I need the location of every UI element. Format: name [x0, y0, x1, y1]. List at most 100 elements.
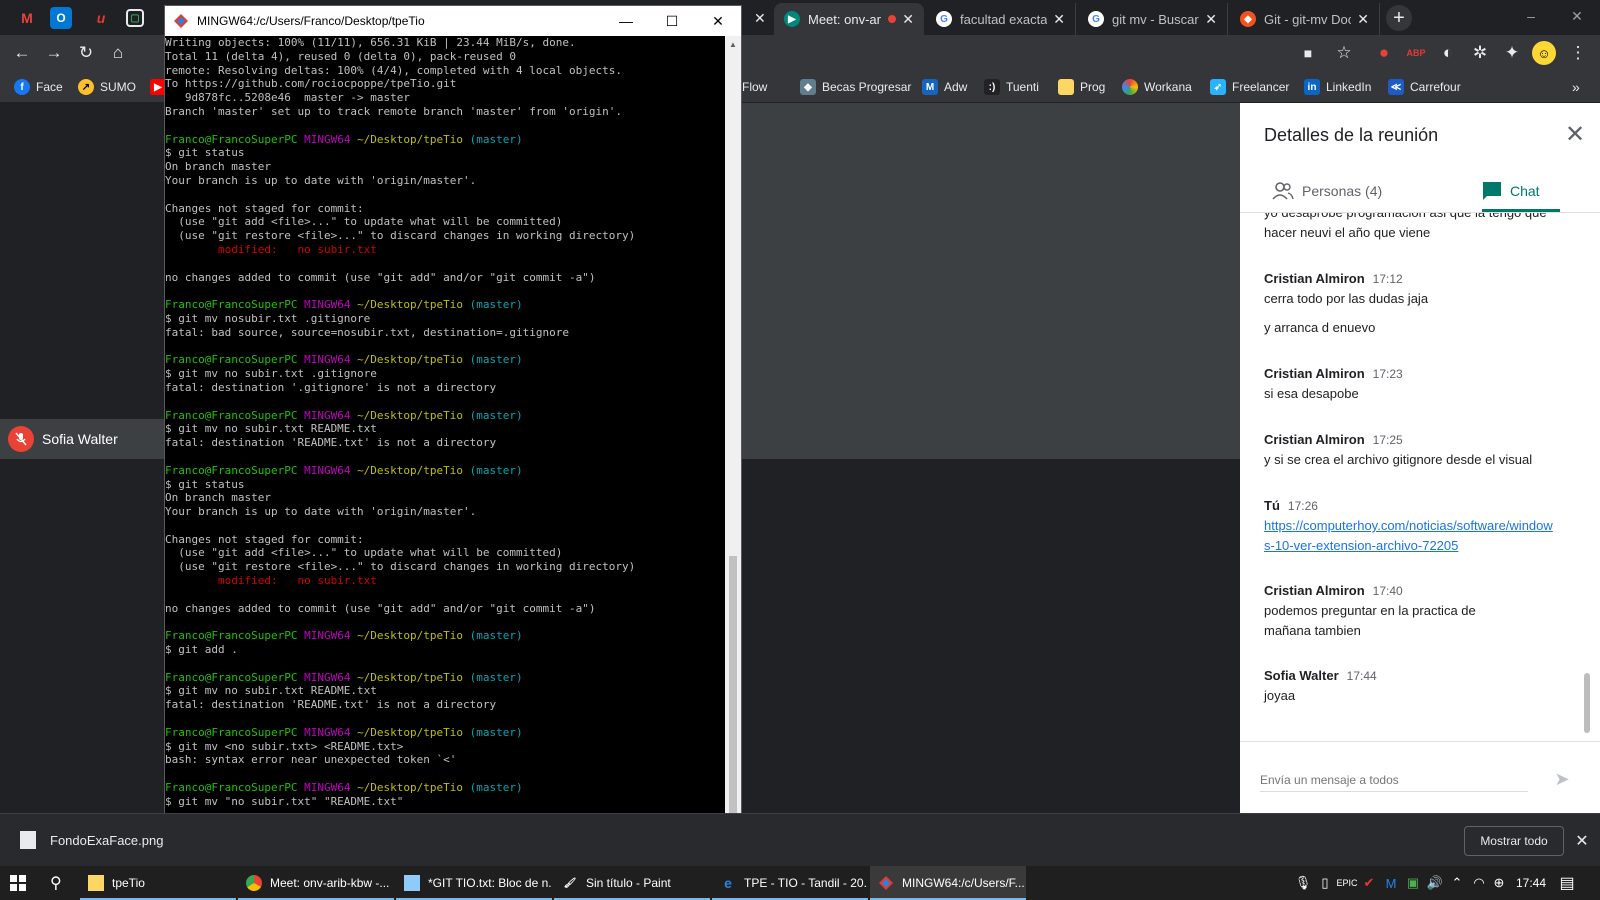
clock[interactable]: 17:44: [1516, 866, 1546, 900]
bookmark-workana[interactable]: Workana: [1122, 77, 1192, 97]
microphone-tray-icon[interactable]: 🎙: [1294, 873, 1312, 893]
close-icon[interactable]: ✕: [695, 6, 741, 36]
chat-message-link[interactable]: https://computerhoy.com/noticias/softwar…: [1264, 516, 1554, 556]
participant-tile[interactable]: [740, 103, 1600, 459]
terminal-line: $ git status: [165, 478, 725, 492]
sender-name: Cristian Almiron: [1264, 271, 1365, 286]
chrome-close-icon[interactable]: ✕: [1554, 0, 1600, 32]
terminal-text: ~/Desktop/tpeTio: [357, 781, 470, 795]
maximize-icon[interactable]: ☐: [649, 6, 695, 36]
volume-icon[interactable]: 🔊: [1426, 873, 1444, 893]
sender-name: Tú: [1264, 498, 1280, 513]
file-icon: [20, 831, 36, 849]
tab-close-icon[interactable]: ✕: [1357, 11, 1369, 28]
terminal-line: no changes added to commit (use "git add…: [165, 271, 725, 285]
taskbar-app-chrome[interactable]: Meet: onv-arib-kbw -...: [238, 866, 394, 900]
scroll-up-icon[interactable]: ▲: [728, 40, 738, 52]
bookmark-sumo[interactable]: ↗ SUMO: [78, 77, 136, 97]
terminal-text: Franco@FrancoSuperPC: [165, 298, 305, 312]
bookmark-tuenti[interactable]: :) Tuenti: [984, 77, 1039, 97]
browser-tab-1[interactable]: ▶ Meet: onv-ar ✕: [774, 3, 924, 35]
search-icon[interactable]: ⚲: [40, 866, 76, 900]
wifi-icon[interactable]: ◠: [1470, 873, 1488, 893]
bookmark-flow[interactable]: Flow: [742, 77, 767, 97]
bookmark-linkedin[interactable]: in LinkedIn: [1304, 77, 1371, 97]
terminal-output[interactable]: Writing objects: 100% (11/11), 656.31 Ki…: [165, 36, 725, 870]
browser-tab-3[interactable]: Ggit mv - Buscar c ✕: [1078, 3, 1228, 35]
taskbar-app-mingw[interactable]: MINGW64:/c/Users/F...: [870, 866, 1026, 900]
forward-icon[interactable]: →: [42, 41, 66, 65]
profile-avatar-icon[interactable]: ☺: [1532, 41, 1556, 65]
usb-tray-icon[interactable]: ▯: [1316, 873, 1334, 893]
new-tab-button[interactable]: +: [1386, 5, 1412, 31]
udemy-pinned-tab-icon[interactable]: u: [88, 5, 114, 31]
extension-red-icon[interactable]: ●: [1372, 41, 1396, 65]
more-bookmarks-icon[interactable]: »: [1572, 77, 1580, 97]
tab-chat[interactable]: Chat: [1482, 175, 1540, 207]
send-icon[interactable]: ➤: [1550, 767, 1574, 791]
bookmark-becas-progresar[interactable]: ◆ Becas Progresar: [800, 77, 911, 97]
tab-close-icon[interactable]: ✕: [1205, 11, 1217, 28]
gmail-pinned-tab-icon[interactable]: M: [14, 5, 40, 31]
tab-close-icon[interactable]: ✕: [754, 10, 766, 27]
network-icon[interactable]: ⊕: [1490, 873, 1508, 893]
minimize-icon[interactable]: —: [603, 6, 649, 36]
tab-close-icon[interactable]: ✕: [1053, 11, 1065, 28]
extension-circle-icon[interactable]: ◐: [1436, 41, 1460, 65]
home-icon[interactable]: ⌂: [106, 41, 130, 65]
extensions-puzzle-icon[interactable]: ✦: [1500, 41, 1524, 65]
download-item[interactable]: FondoExaFace.png: [20, 828, 163, 852]
terminal-line: Franco@FrancoSuperPC MINGW64 ~/Desktop/t…: [165, 671, 725, 685]
browser-tab-4[interactable]: ◆ Git - git-mv Doc ✕: [1230, 3, 1380, 35]
chrome-menu-icon[interactable]: ⋮: [1566, 41, 1590, 65]
browser-tab-2[interactable]: Gfacultad exactas ✕: [926, 3, 1076, 35]
terminal-titlebar[interactable]: MINGW64:/c/Users/Franco/Desktop/tpeTio —…: [165, 6, 741, 36]
camera-icon[interactable]: ■: [1296, 41, 1320, 65]
terminal-text: (use "git add <file>..." to update what …: [165, 215, 563, 229]
start-button[interactable]: [0, 866, 36, 900]
back-icon[interactable]: ←: [10, 41, 34, 65]
terminal-line: remote: Resolving deltas: 100% (4/4), co…: [165, 64, 725, 78]
chat-message-input[interactable]: [1260, 769, 1528, 792]
outlook-pinned-tab-icon[interactable]: O: [50, 7, 72, 29]
tab-title: git mv - Buscar c: [1112, 11, 1200, 27]
bookmark-freelancer[interactable]: ➶ Freelancer: [1210, 77, 1289, 97]
chat-message-text: podemos preguntar en la practica de maña…: [1264, 603, 1476, 638]
bookmark-adw[interactable]: M Adw: [922, 77, 967, 97]
bookmark-prog[interactable]: Prog: [1058, 77, 1105, 97]
notifications-icon[interactable]: ▤: [1558, 873, 1576, 893]
reload-icon[interactable]: ↻: [74, 41, 98, 65]
tab-people[interactable]: Personas (4): [1272, 175, 1382, 207]
nvidia-tray-icon[interactable]: ▣: [1404, 873, 1422, 893]
antivirus-tray-icon[interactable]: ✔: [1360, 873, 1378, 893]
terminal-scrollbar[interactable]: ▲ ▼: [725, 36, 741, 870]
app-pinned-tab-icon[interactable]: ▢: [126, 9, 144, 27]
chrome-minimize-icon[interactable]: –: [1508, 0, 1554, 32]
bookmark-face[interactable]: f Face: [14, 77, 63, 97]
taskbar-app-notepad[interactable]: *GIT TIO.txt: Bloc de n...: [396, 866, 552, 900]
malwarebytes-tray-icon[interactable]: M: [1382, 873, 1400, 893]
bookmark-star-icon[interactable]: ☆: [1332, 41, 1356, 65]
adblock-icon[interactable]: ABP: [1404, 41, 1428, 65]
download-bar-close-icon[interactable]: ✕: [1572, 827, 1592, 855]
chat-scrollbar[interactable]: [1584, 673, 1590, 733]
terminal-text: bash: syntax error near unexpected token…: [165, 753, 457, 767]
terminal-scroll-thumb[interactable]: [729, 556, 737, 842]
taskbar-app-paint[interactable]: 🖌 Sin título - Paint: [554, 866, 710, 900]
show-all-button[interactable]: Mostrar todo: [1464, 826, 1564, 856]
terminal-text: (use "git restore <file>..." to discard …: [165, 560, 636, 574]
taskbar-app-edge[interactable]: e TPE - TIO - Tandil - 20...: [712, 866, 868, 900]
taskbar-app-explorer[interactable]: tpeTio: [80, 866, 236, 900]
tab-close-icon[interactable]: ✕: [902, 11, 914, 28]
terminal-text: MINGW64: [304, 725, 358, 739]
terminal-text: MINGW64: [304, 670, 358, 684]
extension-react-icon[interactable]: ✲: [1468, 41, 1492, 65]
bookmark-carrefour[interactable]: ≪ Carrefour: [1388, 77, 1461, 97]
terminal-line: Writing objects: 100% (11/11), 656.31 Ki…: [165, 36, 725, 50]
epic-tray-icon[interactable]: EPIC: [1337, 873, 1358, 893]
panel-close-icon[interactable]: ✕: [1560, 119, 1590, 149]
facebook-icon: f: [14, 79, 30, 95]
chevron-up-icon[interactable]: ⌃: [1448, 873, 1466, 893]
